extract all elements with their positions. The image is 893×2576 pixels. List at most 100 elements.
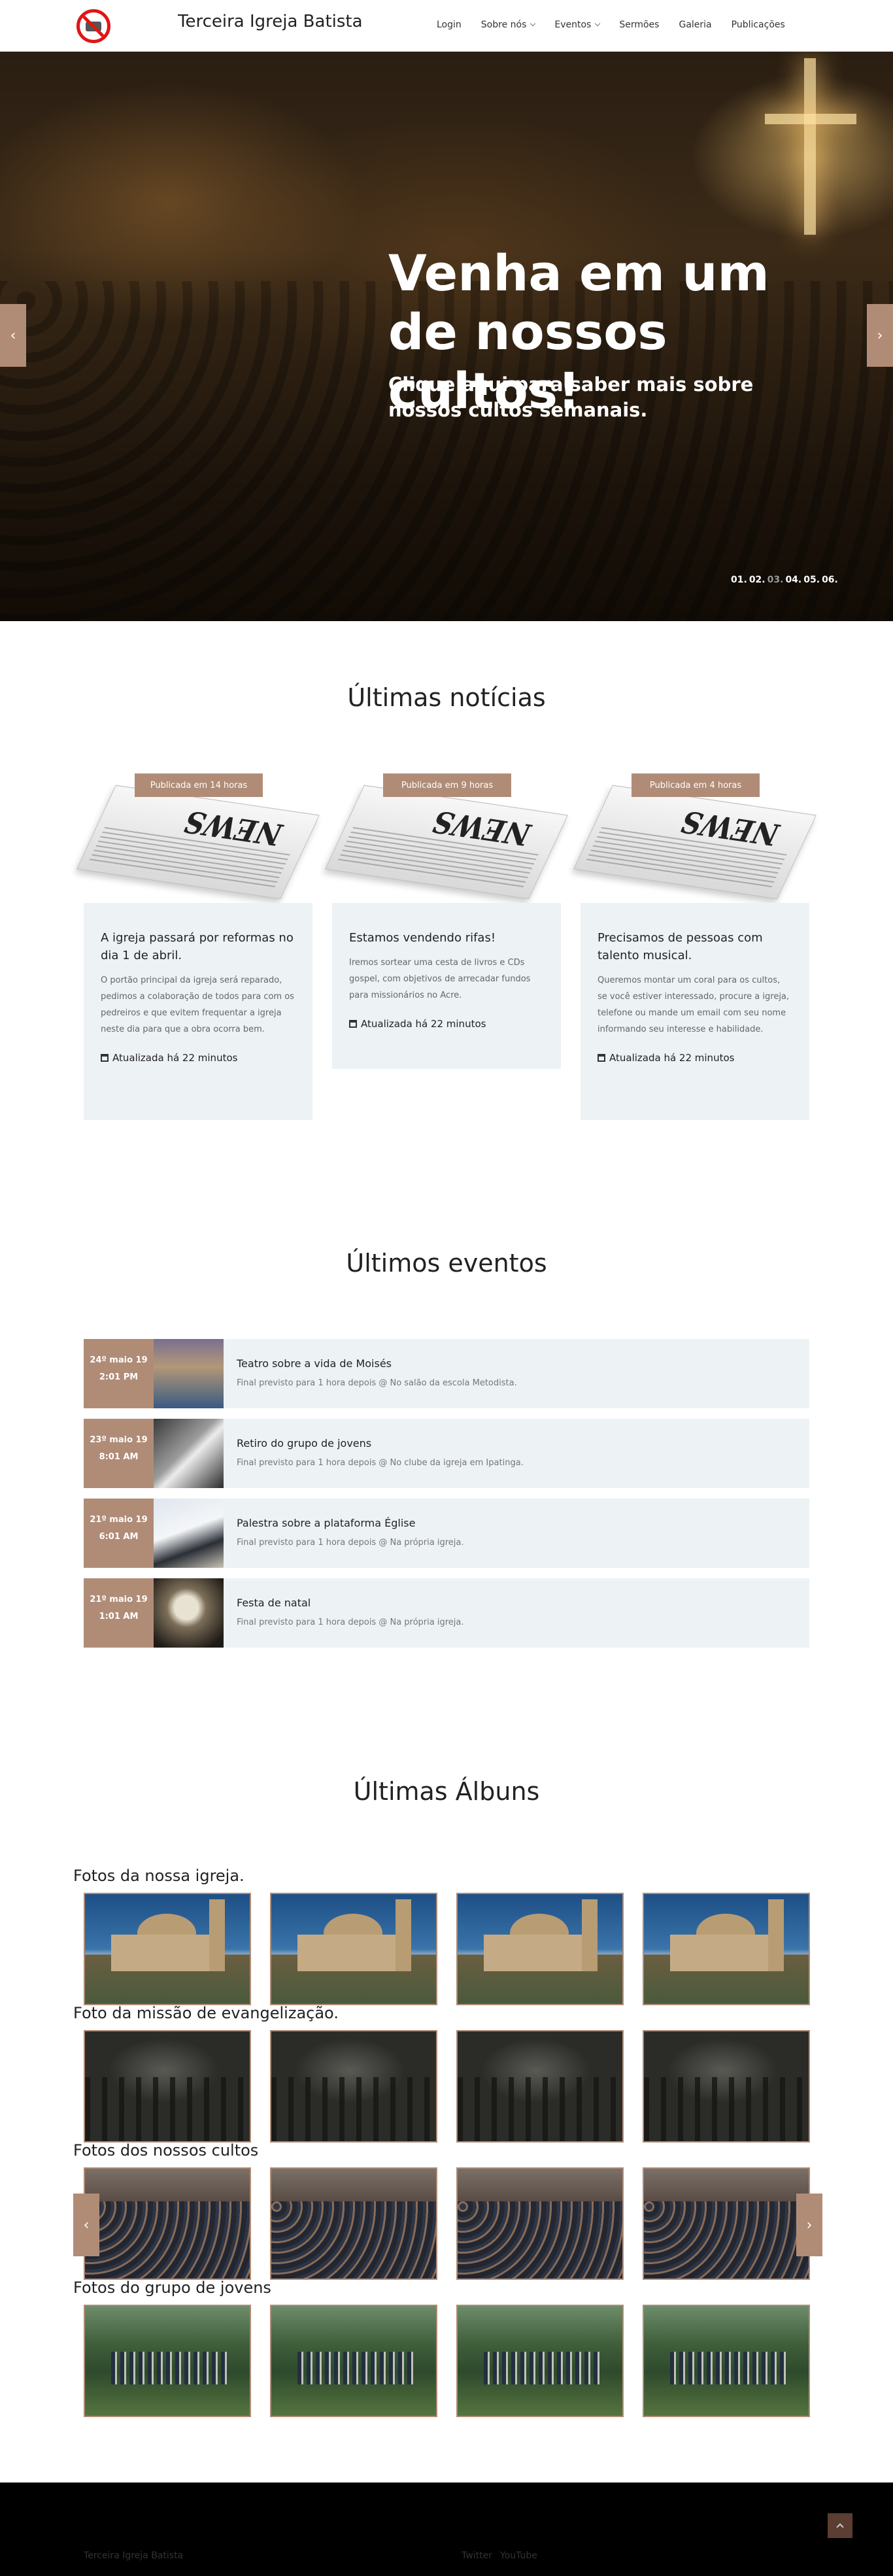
news-badge: Publicada em 14 horas: [135, 773, 263, 797]
news-updated: Atualizada há 22 minutos: [598, 1052, 792, 1064]
album-title[interactable]: Foto da missão de evangelização.: [73, 2004, 339, 2022]
album-photo[interactable]: [456, 2305, 624, 2417]
chevron-down-icon: [530, 20, 536, 27]
album-photo[interactable]: [643, 2030, 810, 2143]
cross-icon-bar: [765, 114, 856, 124]
news-body: Estamos vendendo rifas! Iremos sortear u…: [332, 903, 561, 1069]
event-date: 23º maio 19 8:01 AM: [84, 1419, 154, 1488]
slider-pagination: 01. 02. 03. 04. 05. 06.: [731, 575, 838, 585]
news-body: Precisamos de pessoas com talento musica…: [581, 903, 809, 1120]
news-body: A igreja passará por reformas no dia 1 d…: [84, 903, 312, 1120]
nav-label: Sobre nós: [480, 20, 527, 30]
event-name[interactable]: Retiro do grupo de jovens: [237, 1437, 371, 1449]
slider-prev-button[interactable]: ‹: [0, 304, 26, 367]
albums-prev-button[interactable]: ‹: [73, 2194, 99, 2256]
event-name[interactable]: Festa de natal: [237, 1597, 311, 1609]
album-title[interactable]: Fotos da nossa igreja.: [73, 1867, 244, 1885]
twitter-link[interactable]: Twitter: [462, 2551, 492, 2561]
chevron-up-icon: [836, 2523, 844, 2531]
albums-next-button[interactable]: ›: [796, 2194, 822, 2256]
album-title[interactable]: Fotos dos nossos cultos: [73, 2141, 258, 2160]
album-photo[interactable]: [456, 2167, 624, 2280]
back-to-top-button[interactable]: [828, 2513, 852, 2538]
album-photo[interactable]: [456, 2030, 624, 2143]
news-title[interactable]: Estamos vendendo rifas!: [349, 929, 544, 947]
logo-icon[interactable]: [76, 9, 110, 43]
site-brand[interactable]: Terceira Igreja Batista: [178, 12, 363, 31]
album-photo[interactable]: [84, 1893, 251, 2005]
news-updated-label: Atualizada há 22 minutos: [112, 1052, 238, 1064]
hero-subtitle[interactable]: Clique aqui para saber mais sobre nossos…: [388, 372, 833, 423]
nav-label: Eventos: [554, 20, 592, 30]
nav-sobre[interactable]: Sobre nós: [480, 20, 536, 30]
event-thumbnail: [154, 1499, 224, 1568]
hero-slider[interactable]: Venha em um de nossos cultos! Clique aqu…: [0, 52, 893, 621]
news-title[interactable]: Precisamos de pessoas com talento musica…: [598, 929, 792, 964]
youtube-link[interactable]: YouTube: [500, 2551, 537, 2561]
album-title[interactable]: Fotos do grupo de jovens: [73, 2279, 271, 2297]
nav-label: Publicações: [731, 20, 785, 30]
news-title[interactable]: A igreja passará por reformas no dia 1 d…: [101, 929, 295, 964]
event-desc: Final previsto para 1 hora depois @ No s…: [237, 1378, 517, 1388]
album-photo[interactable]: [643, 2305, 810, 2417]
slider-dot[interactable]: 04.: [785, 575, 801, 585]
album-photo[interactable]: [270, 2167, 437, 2280]
nav-galeria[interactable]: Galeria: [679, 20, 711, 30]
event-row[interactable]: 21º maio 19 1:01 AM Festa de natal Final…: [84, 1578, 809, 1648]
nav-login[interactable]: Login: [437, 20, 462, 30]
event-thumbnail: [154, 1419, 224, 1488]
footer-social: Twitter YouTube: [462, 2551, 537, 2561]
slider-next-button[interactable]: ›: [867, 304, 893, 367]
news-card[interactable]: Publicada em 9 horas Estamos vendendo ri…: [325, 773, 568, 1071]
event-row[interactable]: 21º maio 19 6:01 AM Palestra sobre a pla…: [84, 1499, 809, 1568]
album-photo[interactable]: [84, 2305, 251, 2417]
album-photo[interactable]: [643, 1893, 810, 2005]
calendar-icon: [349, 1020, 357, 1028]
slider-dot[interactable]: 02.: [749, 575, 766, 585]
album-photo[interactable]: [643, 2167, 810, 2280]
slider-dot[interactable]: 05.: [803, 575, 820, 585]
nav-sermoes[interactable]: Sermões: [619, 20, 659, 30]
news-text: O portão principal da igreja será repara…: [101, 975, 294, 1034]
event-desc: Final previsto para 1 hora depois @ No c…: [237, 1458, 524, 1468]
news-text: Iremos sortear uma cesta de livros e CDs…: [349, 958, 531, 1000]
news-updated-label: Atualizada há 22 minutos: [361, 1018, 486, 1030]
event-date: 21º maio 19 6:01 AM: [84, 1499, 154, 1568]
album-photo[interactable]: [456, 1893, 624, 2005]
album-photo[interactable]: [270, 2030, 437, 2143]
calendar-icon: [598, 1054, 605, 1062]
news-updated: Atualizada há 22 minutos: [349, 1018, 544, 1030]
event-name[interactable]: Palestra sobre a plataforma Église: [237, 1517, 415, 1529]
chevron-down-icon: [595, 20, 601, 27]
nav-label: Galeria: [679, 20, 712, 30]
nav-publicacoes[interactable]: Publicações: [732, 20, 785, 30]
event-thumbnail: [154, 1578, 224, 1648]
news-updated: Atualizada há 22 minutos: [101, 1052, 295, 1064]
news-updated-label: Atualizada há 22 minutos: [609, 1052, 735, 1064]
news-section-title: Últimas notícias: [347, 683, 546, 712]
event-row[interactable]: 23º maio 19 8:01 AM Retiro do grupo de j…: [84, 1419, 809, 1488]
album-photo[interactable]: [270, 2305, 437, 2417]
site-footer: Terceira Igreja Batista Twitter YouTube: [0, 2483, 893, 2576]
calendar-icon: [101, 1054, 109, 1062]
footer-brand: Terceira Igreja Batista: [84, 2551, 184, 2561]
slider-dot[interactable]: 06.: [822, 575, 838, 585]
event-thumbnail: [154, 1339, 224, 1408]
event-name[interactable]: Teatro sobre a vida de Moisés: [237, 1357, 392, 1370]
album-photo[interactable]: [270, 1893, 437, 2005]
event-date: 21º maio 19 1:01 AM: [84, 1578, 154, 1648]
nav-eventos[interactable]: Eventos: [554, 20, 601, 30]
event-row[interactable]: 24º maio 19 2:01 PM Teatro sobre a vida …: [84, 1339, 809, 1408]
slider-dot[interactable]: 01.: [731, 575, 747, 585]
news-card[interactable]: Publicada em 4 horas Precisamos de pesso…: [573, 773, 817, 1120]
album-photo[interactable]: [84, 2030, 251, 2143]
news-card[interactable]: Publicada em 14 horas A igreja passará p…: [76, 773, 320, 1120]
news-text: Queremos montar um coral para os cultos,…: [598, 975, 790, 1034]
nav-label: Login: [437, 20, 462, 30]
events-section-title: Últimos eventos: [346, 1249, 547, 1278]
slider-dot-active[interactable]: 03.: [767, 575, 784, 585]
event-desc: Final previsto para 1 hora depois @ Na p…: [237, 1538, 464, 1548]
album-photo[interactable]: [84, 2167, 251, 2280]
news-badge: Publicada em 9 horas: [383, 773, 511, 797]
cross-icon: [804, 58, 816, 235]
